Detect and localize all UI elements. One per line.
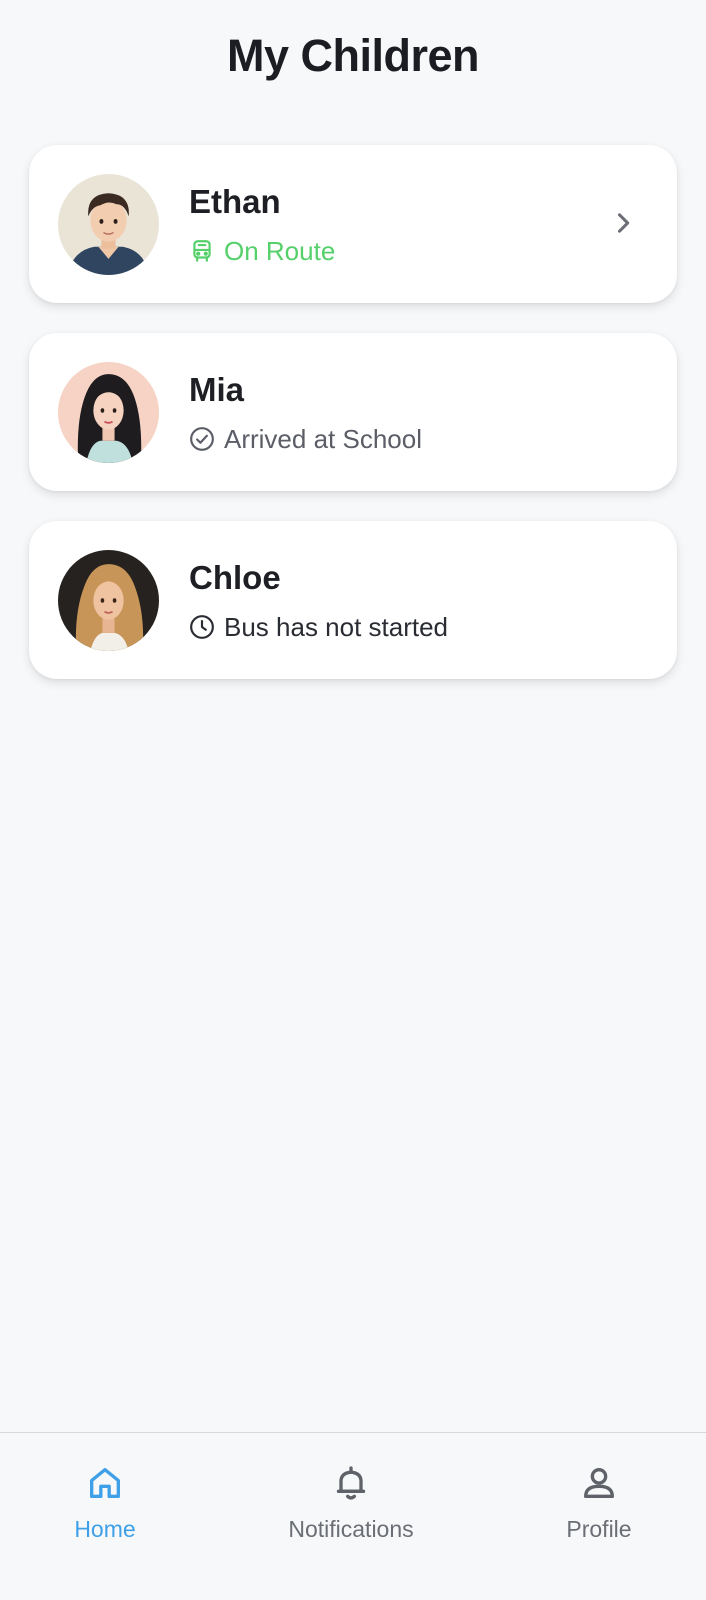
check-circle-icon bbox=[189, 426, 215, 452]
child-card-mia[interactable]: Mia Arrived at School bbox=[29, 333, 677, 491]
avatar bbox=[58, 174, 159, 275]
nav-label: Home bbox=[74, 1516, 136, 1542]
clock-icon bbox=[189, 614, 215, 640]
status-text: Bus has not started bbox=[224, 611, 449, 642]
nav-item-home[interactable]: Home bbox=[15, 1463, 195, 1573]
bell-icon bbox=[331, 1463, 371, 1503]
status-row: On Route bbox=[189, 234, 335, 268]
avatar bbox=[58, 362, 159, 463]
person-icon bbox=[579, 1463, 619, 1503]
child-name: Mia bbox=[189, 371, 245, 408]
nav-label: Notifications bbox=[288, 1516, 414, 1542]
home-icon bbox=[85, 1463, 125, 1503]
chevron-right-icon[interactable] bbox=[609, 209, 637, 237]
child-name: Chloe bbox=[189, 559, 281, 596]
page-title: My Children bbox=[226, 30, 480, 81]
status-row: Arrived at School bbox=[189, 422, 422, 456]
child-card-chloe[interactable]: Chloe Bus has not started bbox=[29, 521, 677, 679]
bottom-nav: Home Notifications Profile bbox=[0, 1432, 706, 1600]
status-row: Bus has not started bbox=[189, 610, 448, 644]
avatar bbox=[58, 550, 159, 651]
status-text: Arrived at School bbox=[224, 423, 422, 454]
child-name: Ethan bbox=[189, 183, 281, 220]
nav-item-notifications[interactable]: Notifications bbox=[261, 1463, 441, 1573]
nav-label: Profile bbox=[566, 1516, 632, 1542]
status-text: On Route bbox=[224, 235, 336, 266]
child-card-ethan[interactable]: Ethan On Route bbox=[29, 145, 677, 303]
app-screen: My Children Ethan On Route Mia Arrived a… bbox=[0, 0, 706, 1600]
nav-item-profile[interactable]: Profile bbox=[509, 1463, 689, 1573]
bus-icon bbox=[189, 238, 215, 264]
